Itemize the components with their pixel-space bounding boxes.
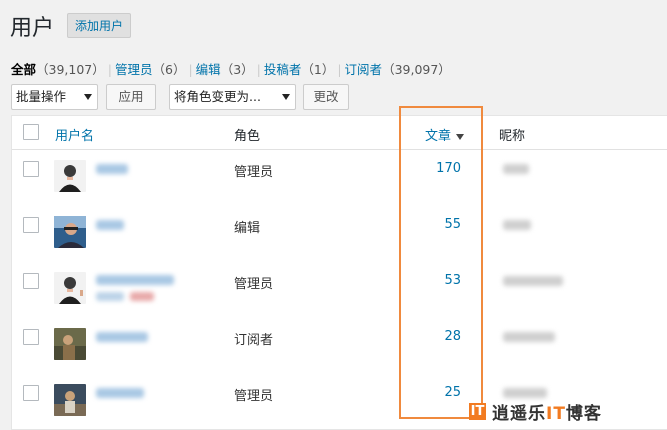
user-role: 订阅者 — [234, 333, 274, 348]
row-checkbox[interactable] — [23, 329, 39, 345]
row-checkbox[interactable] — [23, 273, 39, 289]
row-checkbox[interactable] — [23, 161, 39, 177]
table-header: 用户名 角色 文章 昵称 — [12, 116, 667, 150]
row-checkbox[interactable] — [23, 217, 39, 233]
add-user-button[interactable]: 添加用户 — [67, 13, 132, 38]
user-role: 管理员 — [234, 165, 274, 180]
watermark-text: 逍遥乐IT博客 — [492, 403, 602, 424]
change-role-select[interactable]: 将角色变更为... — [169, 84, 296, 110]
nickname-blurred — [503, 388, 547, 398]
apply-button[interactable]: 应用 — [106, 84, 156, 110]
column-nickname: 昵称 — [499, 129, 526, 144]
bulk-action-select[interactable]: 批量操作 — [11, 84, 98, 110]
chevron-down-icon — [282, 94, 290, 100]
nickname-blurred — [503, 220, 531, 230]
avatar — [54, 272, 86, 304]
username-blurred — [96, 220, 124, 230]
filter-contributor[interactable]: 投稿者（1） — [264, 62, 334, 77]
avatar — [54, 160, 86, 192]
nickname-blurred — [503, 164, 529, 174]
username-blurred — [96, 332, 148, 342]
table-row: 管理员 53 — [12, 262, 667, 318]
change-button[interactable]: 更改 — [303, 84, 349, 110]
username-blurred — [96, 164, 128, 174]
username-blurred — [96, 275, 174, 285]
table-row: 编辑 55 — [12, 206, 667, 262]
filter-subscriber[interactable]: 订阅者（39,097） — [345, 62, 451, 77]
redaction-block — [145, 243, 315, 271]
watermark-logo-icon: IT — [469, 402, 486, 420]
username-blurred — [96, 388, 144, 398]
avatar — [54, 328, 86, 360]
user-role: 管理员 — [234, 389, 274, 404]
column-username[interactable]: 用户名 — [55, 125, 94, 144]
user-role: 管理员 — [234, 277, 274, 292]
avatar — [54, 216, 86, 248]
column-posts[interactable]: 文章 — [425, 125, 465, 144]
nickname-blurred — [503, 276, 563, 286]
user-role: 编辑 — [234, 221, 261, 236]
nickname-blurred — [503, 332, 555, 342]
redaction-block — [197, 268, 227, 286]
site-watermark: IT 逍遥乐IT博客 — [469, 401, 602, 424]
column-role: 角色 — [234, 129, 261, 144]
filter-all[interactable]: 全部（39,107） — [11, 62, 105, 77]
filter-editor[interactable]: 编辑（3） — [196, 62, 254, 77]
user-role-filters: 全部（39,107） | 管理员（6） | 编辑（3） | 投稿者（1） | 订阅者（39,09… — [11, 62, 451, 77]
chevron-down-icon — [84, 94, 92, 100]
sort-desc-icon — [456, 133, 465, 140]
users-table: 用户名 角色 文章 昵称 管理员 170 编辑 55 管理员 53 订阅者 28… — [11, 115, 667, 430]
badge-blurred — [130, 292, 154, 301]
page-title: 用户 — [10, 16, 55, 41]
user-meta-blurred — [96, 292, 124, 301]
select-all-checkbox[interactable] — [23, 124, 39, 140]
row-checkbox[interactable] — [23, 385, 39, 401]
avatar — [54, 384, 86, 416]
table-row: 管理员 170 — [12, 150, 667, 206]
filter-administrator[interactable]: 管理员（6） — [115, 62, 185, 77]
table-row: 订阅者 28 — [12, 318, 667, 374]
